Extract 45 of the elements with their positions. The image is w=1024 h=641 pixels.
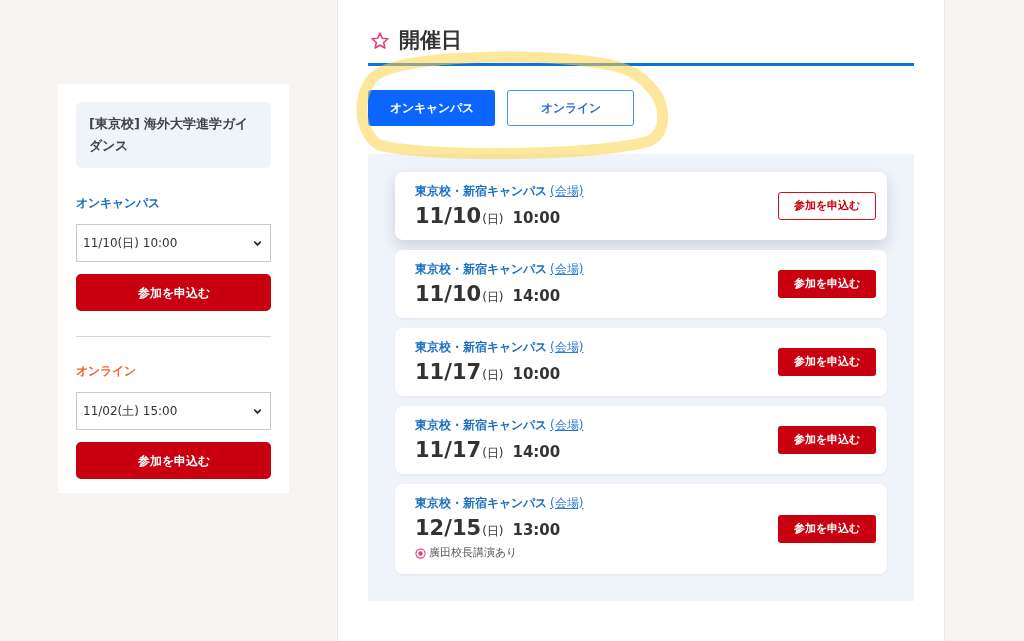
apply-button[interactable]: 参加を申込む [76,442,271,479]
apply-button[interactable]: 参加を申込む [778,348,876,376]
venue-link[interactable]: (会場) [550,182,584,200]
session-date: 11/17 [415,359,482,386]
session-date: 11/17 [415,437,482,464]
tab[interactable]: オンキャンパス [368,90,495,126]
apply-button[interactable]: 参加を申込む [778,192,876,220]
chevron-down-icon [252,406,263,417]
campus-name: 東京校・新宿キャンパス [415,261,547,278]
session-weekday: (日) [482,289,504,306]
section-heading: オンライン [76,363,137,380]
date-select[interactable]: 11/02(土) 15:00 [76,392,271,430]
apply-button[interactable]: 参加を申込む [778,270,876,298]
session-date: 11/10 [415,203,482,230]
event-title: [東京校] 海外大学進学ガイダンス [89,115,250,155]
session-time: 14:00 [512,442,561,463]
chevron-down-icon [252,238,263,249]
session-weekday: (日) [482,211,504,228]
session-date: 12/15 [415,515,482,542]
venue-link[interactable]: (会場) [550,338,584,356]
venue-link[interactable]: (会場) [550,416,584,434]
session-time: 14:00 [512,286,561,307]
session-note: 廣田校長講演あり [429,545,517,561]
session-time: 13:00 [512,520,561,541]
star-icon [370,31,390,51]
apply-button[interactable]: 参加を申込む [76,274,271,311]
section-title: 開催日 [399,27,462,55]
session-weekday: (日) [482,523,504,540]
campus-name: 東京校・新宿キャンパス [415,339,547,356]
session-date: 11/10 [415,281,482,308]
session-time: 10:00 [512,208,561,229]
session-weekday: (日) [482,445,504,462]
session-weekday: (日) [482,367,504,384]
venue-link[interactable]: (会場) [550,260,584,278]
session-time: 10:00 [512,364,561,385]
apply-button[interactable]: 参加を申込む [778,426,876,454]
campus-name: 東京校・新宿キャンパス [415,417,547,434]
campus-name: 東京校・新宿キャンパス [415,183,547,200]
date-select[interactable]: 11/10(日) 10:00 [76,224,271,262]
venue-link[interactable]: (会場) [550,494,584,512]
section-heading: オンキャンパス [76,195,161,212]
circle-dot-icon [415,547,426,559]
tab[interactable]: オンライン [507,90,634,126]
apply-button[interactable]: 参加を申込む [778,514,876,543]
campus-name: 東京校・新宿キャンパス [415,495,547,512]
